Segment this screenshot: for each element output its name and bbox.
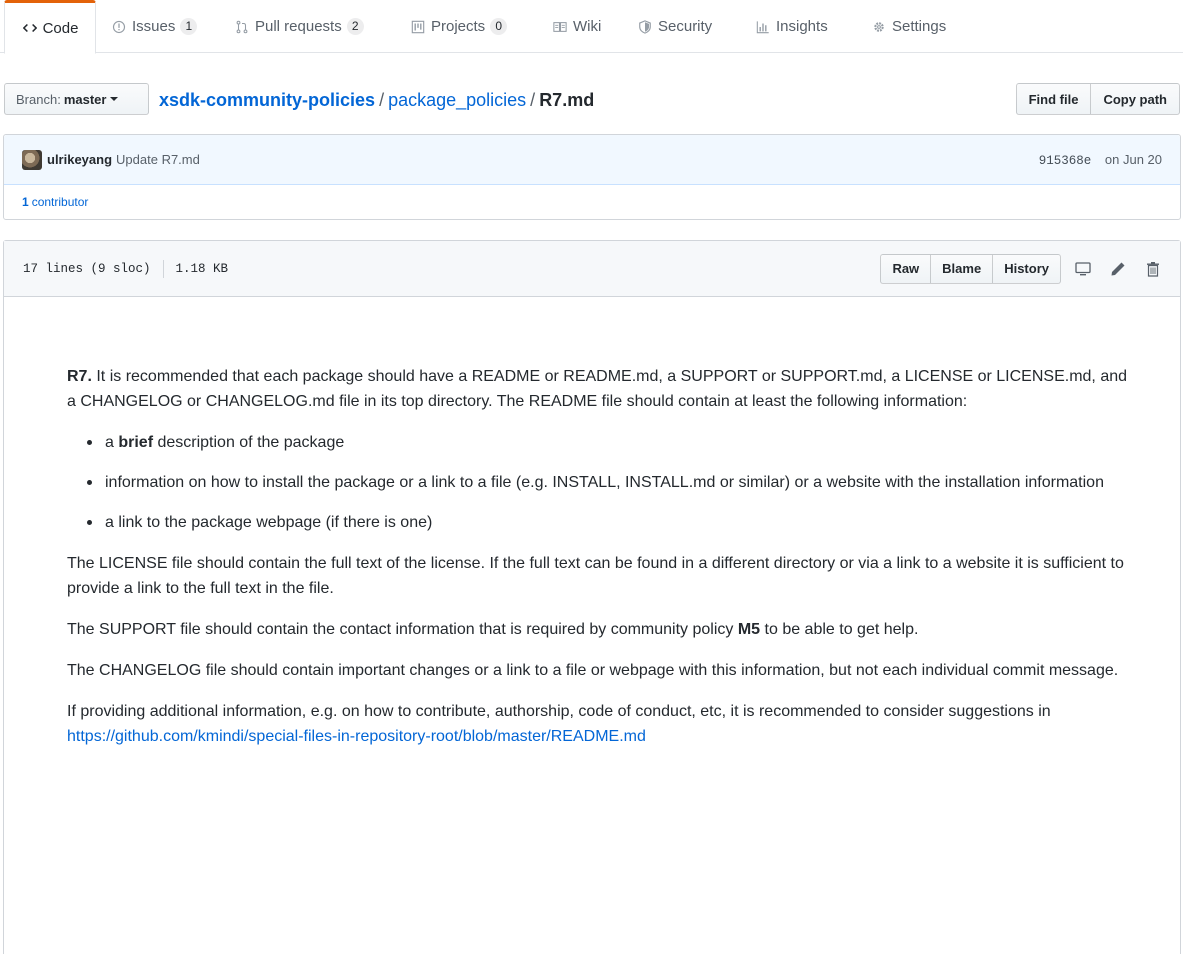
find-file-button[interactable]: Find file [1015, 83, 1092, 115]
readme-requirements-list: a brief description of the package infor… [67, 430, 1127, 535]
paragraph-text: It is recommended that each package shou… [67, 368, 1128, 410]
tab-label: Insights [776, 18, 828, 35]
contributors-link[interactable]: 1 contributor [22, 195, 88, 209]
commit-sha-link[interactable]: 915368e [1039, 154, 1092, 168]
code-icon [22, 20, 38, 36]
projects-count: 0 [490, 18, 508, 35]
trashcan-icon[interactable] [1145, 261, 1161, 277]
commit-meta: 915368e on Jun 20 [1039, 152, 1162, 168]
commit-message-link[interactable]: Update R7.md [116, 152, 200, 167]
pull-requests-count: 2 [346, 18, 364, 35]
list-item-text: a [105, 434, 119, 451]
commit-date: on Jun 20 [1104, 151, 1162, 167]
tab-code[interactable]: Code [4, 0, 96, 54]
copy-path-button[interactable]: Copy path [1090, 83, 1180, 115]
avatar[interactable] [22, 149, 42, 170]
file-navigation-buttons: Find file Copy path [1015, 83, 1180, 115]
tab-issues[interactable]: Issues 1 [111, 0, 198, 53]
readme-content: R7. It is recommended that each package … [67, 364, 1127, 765]
policy-reference: M5 [737, 621, 761, 638]
paragraph-support: The SUPPORT file should contain the cont… [67, 617, 1127, 642]
paragraph-text: to be able to get help. [760, 621, 919, 638]
issue-icon [111, 19, 127, 35]
breadcrumb-separator: / [379, 90, 385, 110]
tab-label: Wiki [573, 18, 602, 35]
file-line-count: 17 lines (9 sloc) [23, 261, 151, 276]
breadcrumb-file-name: R7.md [539, 90, 595, 110]
tab-label: Pull requests [255, 18, 342, 35]
list-item: a link to the package webpage (if there … [87, 510, 1127, 535]
paragraph-additional-info: If providing additional information, e.g… [67, 699, 1127, 749]
file-actions: Raw Blame History [880, 253, 1061, 284]
tab-label: Settings [892, 18, 947, 35]
paragraph-changelog: The CHANGELOG file should contain import… [67, 662, 1119, 679]
special-files-link[interactable]: https://github.com/kmindi/special-files-… [67, 728, 646, 745]
breadcrumb: xsdk-community-policies / package_policies… [159, 88, 594, 112]
breadcrumb-repo-link[interactable]: xsdk-community-policies [159, 90, 375, 110]
list-item: a brief description of the package [87, 430, 1127, 455]
shield-icon [637, 19, 653, 35]
graph-icon [755, 19, 771, 35]
paragraph-text: If providing additional information, e.g… [67, 703, 1051, 720]
contributors-label: contributor [31, 195, 89, 209]
breadcrumb-separator: / [530, 90, 536, 110]
caret-down-icon [110, 97, 119, 101]
book-icon [552, 19, 568, 35]
paragraph-r7: R7. It is recommended that each package … [67, 364, 1127, 414]
list-item-text: description of the package [153, 434, 345, 451]
branch-prefix: Branch: [16, 91, 61, 107]
file-size: 1.18 KB [175, 261, 229, 276]
commit-tease: ulrikeyang Update R7.md 915368e on Jun 2… [4, 135, 1180, 185]
tab-wiki[interactable]: Wiki [552, 0, 601, 53]
tab-settings[interactable]: Settings [871, 0, 946, 53]
raw-button[interactable]: Raw [880, 253, 932, 284]
contributors-row: 1 contributor [4, 185, 1180, 219]
commit-info-box: ulrikeyang Update R7.md 915368e on Jun 2… [3, 134, 1181, 220]
breadcrumb-directory-link[interactable]: package_policies [388, 90, 526, 110]
tab-label: Code [42, 19, 79, 37]
desktop-icon[interactable] [1075, 261, 1091, 277]
tab-insights[interactable]: Insights [755, 0, 828, 53]
gear-icon [871, 19, 887, 35]
blame-button[interactable]: Blame [930, 253, 994, 284]
commit-author-link[interactable]: ulrikeyang [47, 152, 112, 167]
tab-label: Security [658, 18, 713, 35]
file-info: 17 lines (9 sloc) 1.18 KB [23, 259, 229, 278]
list-item: information on how to install the packag… [87, 470, 1127, 495]
divider [162, 259, 164, 278]
history-button[interactable]: History [992, 253, 1061, 284]
repo-nav: Code Issues 1 Pull requests 2 Projects 0… [0, 0, 1183, 54]
paragraph-text: The SUPPORT file should contain the cont… [67, 621, 738, 638]
list-item-bold: brief [118, 434, 154, 451]
paragraph-license: The LICENSE file should contain the full… [67, 555, 1124, 597]
contributors-count: 1 [22, 195, 29, 209]
tab-label: Projects [431, 18, 486, 35]
file-header: 17 lines (9 sloc) 1.18 KB Raw Blame Hist… [4, 241, 1180, 297]
pencil-icon[interactable] [1110, 261, 1126, 277]
pull-request-icon [234, 19, 250, 35]
tab-pull-requests[interactable]: Pull requests 2 [234, 0, 364, 53]
tab-security[interactable]: Security [637, 0, 712, 53]
issues-count: 1 [180, 18, 198, 35]
project-icon [410, 19, 426, 35]
policy-id: R7. [67, 368, 92, 385]
branch-name: master [63, 91, 107, 107]
branch-select-button[interactable]: Branch: master [4, 83, 149, 115]
tab-label: Issues [132, 18, 176, 35]
tab-projects[interactable]: Projects 0 [410, 0, 508, 53]
